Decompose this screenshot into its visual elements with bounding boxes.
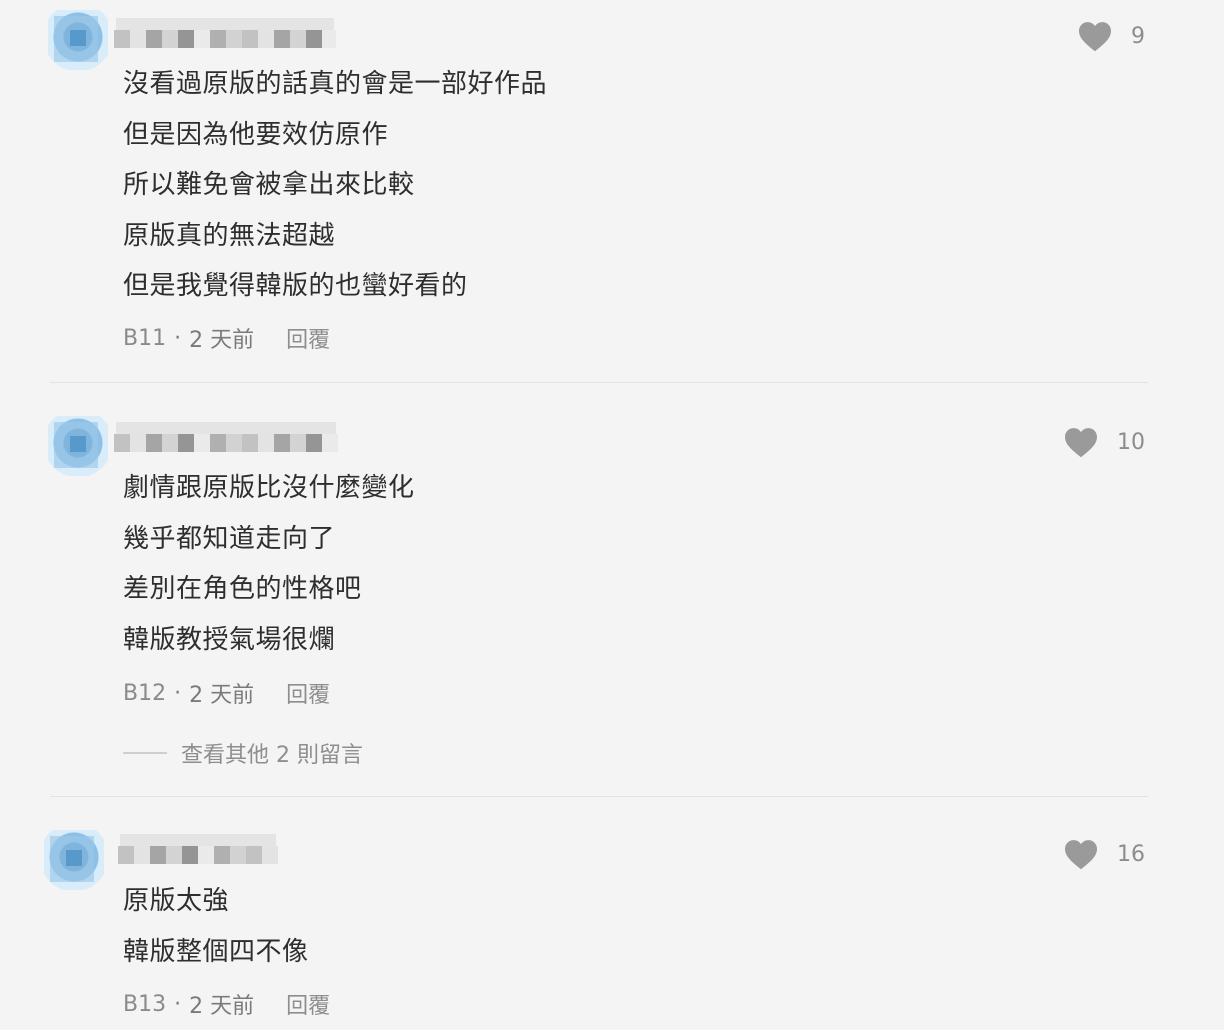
heart-icon: [1079, 22, 1111, 52]
like-count: 10: [1117, 429, 1145, 455]
comment-body: 原版太強 韓版整個四不像: [123, 876, 309, 977]
comment-line: 原版太強: [123, 886, 230, 916]
username-blurred[interactable]: [118, 846, 278, 864]
username-blurred[interactable]: [114, 434, 338, 452]
comment-line: 沒看過原版的話真的會是一部好作品: [123, 69, 548, 99]
floor-number: B12: [123, 680, 167, 706]
comment-body: 沒看過原版的話真的會是一部好作品 但是因為他要效仿原作 所以難免會被拿出來比較 …: [123, 59, 547, 312]
comment-line: 幾乎都知道走向了: [123, 523, 336, 554]
comment-line: 劇情跟原版比沒什麼變化: [123, 473, 415, 503]
like-count: 9: [1131, 23, 1145, 49]
avatar[interactable]: [48, 10, 108, 70]
more-dash: [123, 752, 167, 754]
like-button[interactable]: 9: [1077, 20, 1145, 52]
floor-number: B13: [123, 991, 167, 1017]
comment-line: 原版真的無法超越: [123, 220, 336, 251]
comment-body: 劇情跟原版比沒什麼變化 幾乎都知道走向了 差別在角色的性格吧 韓版教授氣場很爛: [123, 463, 415, 665]
comment-line: 但是因為他要效仿原作: [123, 119, 389, 150]
avatar[interactable]: [48, 416, 108, 476]
heart-icon: [1065, 428, 1097, 458]
like-button[interactable]: 16: [1063, 838, 1145, 870]
heart-icon: [1065, 840, 1097, 870]
username-blurred[interactable]: [114, 30, 336, 48]
avatar[interactable]: [44, 830, 104, 890]
like-button[interactable]: 10: [1063, 426, 1145, 458]
comment-line: 所以難免會被拿出來比較: [123, 170, 415, 200]
divider: [50, 796, 1148, 797]
comment-time: 2 天前: [189, 994, 255, 1019]
view-more-replies[interactable]: 查看其他 2 則留言: [123, 737, 363, 769]
comment-time: 2 天前: [189, 683, 255, 708]
meta-separator: ·: [174, 680, 182, 706]
reply-button[interactable]: 回覆: [286, 988, 330, 1020]
divider: [50, 382, 1148, 383]
view-more-label: 查看其他 2 則留言: [181, 743, 363, 768]
floor-number: B11: [123, 325, 167, 351]
comment-meta: B12 · 2 天前 回覆: [123, 677, 330, 709]
comment-time: 2 天前: [189, 328, 255, 353]
comment-meta: B11 · 2 天前 回覆: [123, 322, 330, 354]
reply-button[interactable]: 回覆: [286, 677, 330, 709]
meta-separator: ·: [174, 325, 182, 351]
comment-line: 差別在角色的性格吧: [123, 574, 362, 604]
meta-separator: ·: [174, 991, 182, 1017]
reply-button[interactable]: 回覆: [286, 322, 330, 354]
comment-line: 韓版教授氣場很爛: [123, 624, 336, 655]
comment-meta: B13 · 2 天前 回覆: [123, 988, 330, 1020]
comment-line: 但是我覺得韓版的也蠻好看的: [123, 271, 468, 301]
comment-line: 韓版整個四不像: [123, 936, 309, 967]
like-count: 16: [1117, 841, 1145, 867]
